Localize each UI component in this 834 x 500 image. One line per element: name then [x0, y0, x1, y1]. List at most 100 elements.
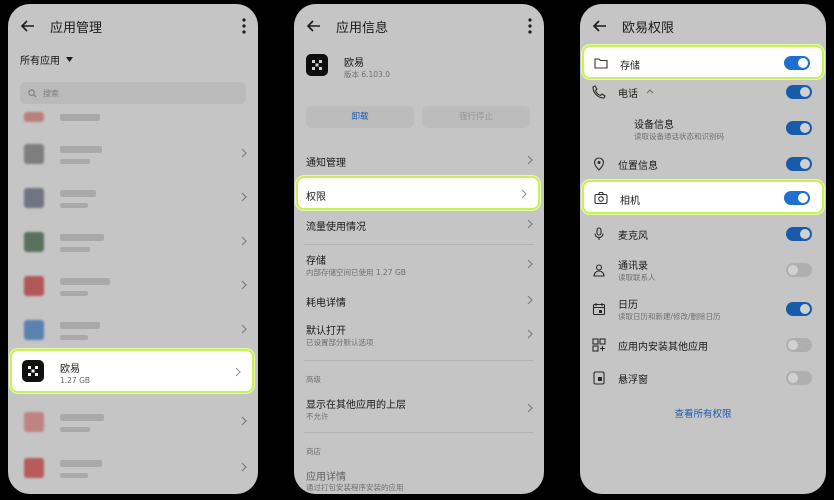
dim-overlay	[294, 4, 544, 494]
permission-row-camera[interactable]: 相机	[582, 180, 824, 214]
divider	[304, 432, 534, 433]
app-name: 欧易	[344, 58, 364, 69]
microphone-icon	[594, 227, 604, 240]
app-size-placeholder	[60, 159, 90, 164]
search-icon	[28, 88, 37, 97]
row-label: 默认打开	[306, 326, 346, 337]
row-sublabel: 通过打包安装程序安装的应用	[306, 483, 404, 492]
permission-toggle[interactable]	[786, 371, 812, 385]
app-permissions-screen: 欧易权限 电话 设备信息 读取设备通话状态和识别码 位置信息 麦克风 通讯录 读…	[580, 4, 826, 494]
search-input[interactable]: 搜索	[20, 82, 246, 104]
apps-icon	[592, 338, 606, 352]
location-icon	[593, 157, 605, 171]
permission-toggle[interactable]	[786, 338, 812, 352]
app-icon	[24, 458, 44, 478]
app-logo-icon	[22, 360, 44, 382]
chevron-right-icon	[527, 295, 533, 305]
filter-label: 所有应用	[20, 56, 60, 67]
permission-label: 应用内安装其他应用	[618, 342, 708, 353]
row-label: 显示在其他应用的上层	[306, 400, 406, 411]
filter-dropdown[interactable]: 所有应用	[20, 52, 73, 67]
app-name-placeholder	[60, 278, 110, 285]
permission-sublabel: 读取联系人	[618, 273, 656, 282]
chevron-right-icon	[521, 189, 527, 199]
app-icon	[24, 144, 44, 164]
permission-toggle[interactable]	[786, 227, 812, 241]
folder-icon	[594, 58, 608, 69]
app-name-placeholder	[60, 414, 104, 421]
permission-toggle[interactable]	[784, 56, 810, 70]
phone-icon	[592, 85, 606, 99]
app-name-placeholder	[60, 460, 102, 467]
chevron-up-icon	[646, 89, 654, 94]
view-all-permissions-link[interactable]: 查看所有权限	[580, 406, 826, 420]
more-options-icon[interactable]	[528, 18, 532, 34]
chevron-right-icon	[527, 259, 533, 269]
chevron-right-icon	[241, 236, 247, 246]
permission-label: 设备信息	[634, 120, 674, 131]
app-name-placeholder	[60, 146, 102, 153]
permission-toggle[interactable]	[784, 191, 810, 205]
permission-row-storage[interactable]: 存储	[582, 45, 824, 79]
floating-window-icon	[593, 371, 605, 385]
permission-label: 存储	[620, 61, 640, 72]
divider	[304, 244, 534, 245]
chevron-right-icon	[241, 192, 247, 202]
app-size-placeholder	[60, 335, 88, 340]
page-title: 应用管理	[50, 20, 103, 36]
back-arrow-icon[interactable]	[20, 18, 36, 34]
permission-toggle[interactable]	[786, 302, 812, 316]
back-arrow-icon[interactable]	[306, 18, 322, 34]
app-bar: 应用信息	[294, 4, 544, 48]
app-icon	[24, 112, 44, 122]
force-stop-button[interactable]: 强行停止	[422, 106, 530, 128]
chevron-right-icon	[241, 324, 247, 334]
app-size: 1.27 GB	[60, 376, 91, 385]
section-header-store: 商店	[306, 447, 321, 456]
row-label: 通知管理	[306, 158, 346, 169]
section-header-advanced: 高级	[306, 375, 321, 384]
app-logo-icon	[306, 54, 328, 76]
calendar-icon	[592, 303, 606, 316]
app-icon	[24, 232, 44, 252]
chevron-right-icon	[527, 155, 533, 165]
app-size-placeholder	[60, 473, 88, 478]
app-bar: 应用管理	[8, 4, 258, 48]
chevron-down-icon	[66, 57, 73, 62]
permission-toggle[interactable]	[786, 263, 812, 277]
permission-sublabel: 读取日历和新建/修改/删除日历	[618, 312, 721, 321]
permission-toggle[interactable]	[786, 85, 812, 99]
app-name-placeholder	[60, 234, 104, 241]
row-sublabel: 内部存储空间已使用 1.27 GB	[306, 268, 406, 277]
page-title: 欧易权限	[622, 20, 675, 36]
permission-toggle[interactable]	[786, 157, 812, 171]
app-size-placeholder	[60, 247, 90, 252]
app-icon	[24, 276, 44, 296]
chevron-right-icon	[241, 462, 247, 472]
row-label: 耗电详情	[306, 298, 346, 309]
row-sublabel: 已设置部分默认选项	[306, 338, 374, 347]
selected-app-row[interactable]: 欧易 1.27 GB	[10, 349, 254, 393]
app-name-placeholder	[60, 322, 100, 329]
back-arrow-icon[interactable]	[592, 18, 608, 34]
app-version: 版本 6.103.0	[344, 70, 391, 79]
permission-label: 悬浮窗	[618, 375, 648, 386]
permissions-row[interactable]: 权限	[296, 176, 540, 210]
permission-label: 通讯录	[618, 261, 648, 272]
permission-label: 日历	[618, 300, 638, 311]
dim-overlay	[8, 4, 258, 494]
app-size-placeholder	[60, 291, 88, 296]
app-size-placeholder	[60, 427, 90, 432]
permission-sublabel: 读取设备通话状态和识别码	[634, 132, 724, 141]
uninstall-button[interactable]: 卸载	[306, 106, 414, 128]
chevron-right-icon	[241, 416, 247, 426]
more-options-icon[interactable]	[242, 18, 246, 34]
chevron-right-icon	[241, 280, 247, 290]
search-placeholder: 搜索	[43, 88, 59, 98]
chevron-right-icon	[235, 367, 241, 377]
chevron-right-icon	[527, 403, 533, 413]
app-name: 欧易	[60, 364, 80, 375]
permission-toggle[interactable]	[786, 121, 812, 135]
row-label: 应用详情	[306, 472, 346, 483]
permission-label: 相机	[620, 196, 640, 207]
